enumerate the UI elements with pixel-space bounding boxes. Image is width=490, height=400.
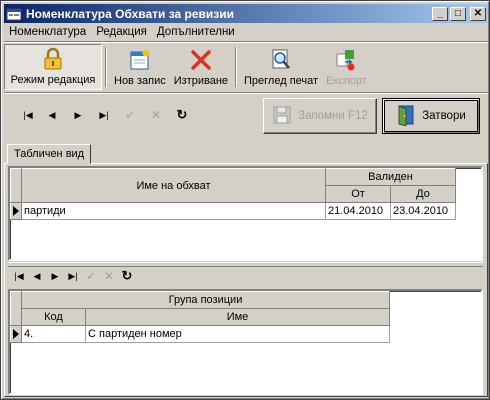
floppy-disk-icon xyxy=(272,105,292,128)
column-header-name[interactable]: Име на обхват xyxy=(21,168,326,203)
cancel-edit-button[interactable]: ✕ xyxy=(143,106,169,124)
tab-table-view[interactable]: Табличен вид xyxy=(7,144,92,164)
detail-next-record-button[interactable]: ▶ xyxy=(46,267,64,285)
minimize-button[interactable]: _ xyxy=(432,6,448,21)
title-bar[interactable]: Номенклатура Обхвати за ревизии _ □ ✕ xyxy=(4,4,488,23)
current-row-arrow-icon xyxy=(13,206,19,217)
toolbar-separator xyxy=(105,47,107,87)
close-window-button[interactable]: ✕ xyxy=(470,6,486,21)
cell-code[interactable]: 4. xyxy=(21,325,86,343)
detail-cancel-edit-button[interactable]: ✕ xyxy=(100,267,118,285)
toolbar-top-divider xyxy=(4,41,488,43)
column-group-positions: Група позиции xyxy=(21,291,390,309)
menu-bar: Номенклатура Редакция Допълнителни xyxy=(4,23,488,41)
detail-prior-record-button[interactable]: ◀ xyxy=(28,267,46,285)
detail-navigator: |◀ ◀ ▶ ▶| ✓ ✕ ↻ xyxy=(10,267,136,285)
window-title: Номенклатура Обхвати за ревизии xyxy=(26,6,235,21)
prior-record-button[interactable]: ◀ xyxy=(39,106,65,124)
save-button[interactable]: Запомни F12 xyxy=(263,98,377,134)
cell-from[interactable]: 21.04.2010 xyxy=(325,202,391,220)
last-record-button[interactable]: ▶| xyxy=(91,106,117,124)
cell-name[interactable]: партиди xyxy=(21,202,326,220)
column-header-to[interactable]: До xyxy=(390,185,456,203)
next-record-button[interactable]: ▶ xyxy=(65,106,91,124)
row-indicator xyxy=(10,325,22,343)
main-grid[interactable]: Име на обхват Валиден От До партиди 21.0… xyxy=(8,166,483,261)
detail-first-record-button[interactable]: |◀ xyxy=(10,267,28,285)
new-document-icon xyxy=(128,48,152,72)
delete-button[interactable]: Изтриване xyxy=(170,44,232,90)
cell-to[interactable]: 23.04.2010 xyxy=(390,202,456,220)
indicator-header xyxy=(10,168,22,203)
detail-refresh-button[interactable]: ↻ xyxy=(118,267,136,285)
table-row[interactable]: партиди 21.04.2010 23.04.2010 xyxy=(10,202,456,220)
edit-mode-button[interactable]: Режим редакция xyxy=(4,44,102,90)
export-icon xyxy=(334,48,358,72)
app-window: Номенклатура Обхвати за ревизии _ □ ✕ Но… xyxy=(0,0,490,400)
detail-grid[interactable]: Група позиции Код Име 4. С партиден номе… xyxy=(8,289,483,395)
main-grid-table: Име на обхват Валиден От До партиди 21.0… xyxy=(10,168,456,220)
close-button[interactable]: Затвори xyxy=(382,98,480,134)
cell-item-name[interactable]: С партиден номер xyxy=(85,325,390,343)
toolbar-separator xyxy=(235,47,238,87)
column-header-item-name[interactable]: Име xyxy=(85,308,390,326)
app-icon xyxy=(6,7,22,21)
detail-grid-table: Група позиции Код Име 4. С партиден номе… xyxy=(10,291,390,343)
tab-table-view-label: Табличен вид xyxy=(14,148,85,160)
edit-mode-label: Режим редакция xyxy=(10,74,96,86)
column-group-valid: Валиден xyxy=(325,168,456,186)
close-label: Затвори xyxy=(422,110,466,122)
menu-additional[interactable]: Допълнителни xyxy=(152,26,240,38)
menu-nomenclature[interactable]: Номенклатура xyxy=(4,26,91,38)
lock-icon xyxy=(41,47,65,71)
delete-x-icon xyxy=(189,48,213,72)
menu-edit[interactable]: Редакция xyxy=(91,26,152,38)
export-label: Експорт xyxy=(326,75,367,87)
detail-last-record-button[interactable]: ▶| xyxy=(64,267,82,285)
export-button[interactable]: Експорт xyxy=(322,44,371,90)
new-record-button[interactable]: Нов запис xyxy=(110,44,170,90)
post-edit-button[interactable]: ✓ xyxy=(117,106,143,124)
toolbar-bottom-divider xyxy=(4,92,488,94)
print-preview-button[interactable]: Преглед печат xyxy=(240,44,322,90)
delete-label: Изтриване xyxy=(173,75,229,87)
toolbar: Режим редакция Нов запис Изтриване Прегл… xyxy=(4,44,389,90)
column-header-code[interactable]: Код xyxy=(21,308,86,326)
maximize-button[interactable]: □ xyxy=(450,6,466,21)
column-header-from[interactable]: От xyxy=(325,185,391,203)
detail-indicator-header xyxy=(10,291,22,326)
save-label: Запомни F12 xyxy=(298,110,368,122)
detail-post-edit-button[interactable]: ✓ xyxy=(82,267,100,285)
door-exit-icon xyxy=(396,104,416,129)
current-row-arrow-icon xyxy=(13,329,19,340)
main-navigator: |◀ ◀ ▶ ▶| ✓ ✕ ↻ xyxy=(17,106,195,124)
magnifier-document-icon xyxy=(269,48,293,72)
table-row[interactable]: 4. С партиден номер xyxy=(10,325,390,343)
row-indicator xyxy=(10,202,22,220)
first-record-button[interactable]: |◀ xyxy=(17,106,39,124)
print-preview-label: Преглед печат xyxy=(244,75,319,87)
new-record-label: Нов запис xyxy=(114,75,166,87)
refresh-button[interactable]: ↻ xyxy=(169,106,195,124)
